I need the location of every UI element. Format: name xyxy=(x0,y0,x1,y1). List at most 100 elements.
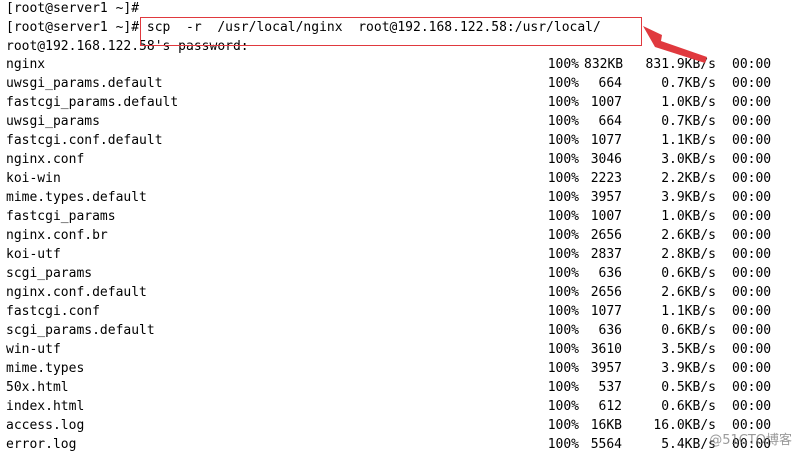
transfer-rate: 3.5KB/s xyxy=(661,342,716,357)
file-name: nginx xyxy=(6,57,46,72)
transfer-row: koi-win 100% 2223 2.2KB/s 00:00 xyxy=(6,169,800,188)
transfer-list: nginx 100% 832KB 831.9KB/s 00:00 uwsgi_params… xyxy=(6,55,800,454)
watermark: @51CTO博客 xyxy=(709,433,792,448)
transfer-rate: 3.9KB/s xyxy=(661,190,716,205)
transfer-percent: 100% xyxy=(547,95,579,110)
transfer-eta: 00:00 xyxy=(732,76,772,91)
file-size: 3957 xyxy=(590,361,622,376)
transfer-row: koi-utf 100% 2837 2.8KB/s 00:00 xyxy=(6,245,800,264)
file-size: 2656 xyxy=(590,228,622,243)
transfer-percent: 100% xyxy=(547,209,579,224)
file-name: mime.types xyxy=(6,361,85,376)
transfer-row: scgi_params 100% 636 0.6KB/s 00:00 xyxy=(6,264,800,283)
transfer-percent: 100% xyxy=(547,247,579,262)
file-name: fastcgi_params.default xyxy=(6,95,179,110)
transfer-row: mime.types.default 100% 3957 3.9KB/s 00:00 xyxy=(6,188,800,207)
transfer-percent: 100% xyxy=(547,114,579,129)
transfer-row: scgi_params.default 100% 636 0.6KB/s 00:00 xyxy=(6,321,800,340)
transfer-rate: 3.9KB/s xyxy=(661,361,716,376)
transfer-percent: 100% xyxy=(547,399,579,414)
transfer-eta: 00:00 xyxy=(732,266,772,281)
transfer-eta: 00:00 xyxy=(732,380,772,395)
transfer-row: fastcgi.conf.default 100% 1077 1.1KB/s 00:00 xyxy=(6,131,800,150)
transfer-row: fastcgi_params 100% 1007 1.0KB/s 00:00 xyxy=(6,207,800,226)
transfer-row: uwsgi_params.default 100% 664 0.7KB/s 00:00 xyxy=(6,74,800,93)
transfer-eta: 00:00 xyxy=(732,57,772,72)
file-name: uwsgi_params.default xyxy=(6,76,163,91)
transfer-percent: 100% xyxy=(547,57,579,72)
file-size: 832KB xyxy=(584,57,624,72)
transfer-rate: 0.6KB/s xyxy=(661,266,716,281)
transfer-rate: 0.6KB/s xyxy=(661,323,716,338)
file-name: scgi_params.default xyxy=(6,323,155,338)
file-size: 2223 xyxy=(590,171,622,186)
file-name: 50x.html xyxy=(6,380,69,395)
transfer-eta: 00:00 xyxy=(732,114,772,129)
transfer-rate: 1.1KB/s xyxy=(661,304,716,319)
file-name: fastcgi.conf.default xyxy=(6,133,163,148)
transfer-percent: 100% xyxy=(547,171,579,186)
file-size: 5564 xyxy=(590,437,622,452)
file-size: 3046 xyxy=(590,152,622,167)
transfer-percent: 100% xyxy=(547,418,579,433)
file-name: fastcgi.conf xyxy=(6,304,100,319)
transfer-row: fastcgi_params.default 100% 1007 1.0KB/s 00:… xyxy=(6,93,800,112)
transfer-eta: 00:00 xyxy=(732,361,772,376)
transfer-percent: 100% xyxy=(547,361,579,376)
transfer-percent: 100% xyxy=(547,76,579,91)
transfer-eta: 00:00 xyxy=(732,285,772,300)
transfer-rate: 5.4KB/s xyxy=(661,437,716,452)
file-name: mime.types.default xyxy=(6,190,147,205)
transfer-eta: 00:00 xyxy=(732,323,772,338)
file-name: koi-utf xyxy=(6,247,61,262)
transfer-rate: 2.6KB/s xyxy=(661,228,716,243)
transfer-rate: 0.6KB/s xyxy=(661,399,716,414)
file-name: access.log xyxy=(6,418,85,433)
file-size: 2656 xyxy=(590,285,622,300)
transfer-row: 50x.html 100% 537 0.5KB/s 00:00 xyxy=(6,378,800,397)
transfer-percent: 100% xyxy=(547,190,579,205)
transfer-eta: 00:00 xyxy=(732,228,772,243)
file-size: 3957 xyxy=(590,190,622,205)
file-size: 1007 xyxy=(590,95,622,110)
transfer-row: mime.types 100% 3957 3.9KB/s 00:00 xyxy=(6,359,800,378)
file-name: error.log xyxy=(6,437,77,452)
file-name: nginx.conf xyxy=(6,152,85,167)
file-size: 1077 xyxy=(590,133,622,148)
transfer-rate: 3.0KB/s xyxy=(661,152,716,167)
file-size: 3610 xyxy=(590,342,622,357)
transfer-eta: 00:00 xyxy=(732,190,772,205)
transfer-rate: 2.2KB/s xyxy=(661,171,716,186)
transfer-row: error.log 100% 5564 5.4KB/s 00:00 xyxy=(6,435,800,454)
file-name: uwsgi_params xyxy=(6,114,100,129)
file-size: 1077 xyxy=(590,304,622,319)
file-name: index.html xyxy=(6,399,85,414)
transfer-eta: 00:00 xyxy=(732,171,772,186)
transfer-rate: 1.0KB/s xyxy=(661,95,716,110)
transfer-percent: 100% xyxy=(547,380,579,395)
file-size: 16KB xyxy=(590,418,622,433)
file-name: koi-win xyxy=(6,171,61,186)
terminal-window[interactable]: [root@server1 ~]# [root@server1 ~]# scp … xyxy=(6,0,800,456)
command-prompt: [root@server1 ~]# xyxy=(6,20,140,35)
transfer-percent: 100% xyxy=(547,304,579,319)
prompt-line: [root@server1 ~]# xyxy=(6,1,140,16)
file-size: 2837 xyxy=(590,247,622,262)
transfer-row: nginx.conf 100% 3046 3.0KB/s 00:00 xyxy=(6,150,800,169)
transfer-rate: 0.5KB/s xyxy=(661,380,716,395)
transfer-percent: 100% xyxy=(547,323,579,338)
transfer-eta: 00:00 xyxy=(732,133,772,148)
file-size: 1007 xyxy=(590,209,622,224)
transfer-row: nginx.conf.default 100% 2656 2.6KB/s 00:00 xyxy=(6,283,800,302)
file-name: win-utf xyxy=(6,342,61,357)
transfer-eta: 00:00 xyxy=(732,95,772,110)
transfer-percent: 100% xyxy=(547,266,579,281)
transfer-percent: 100% xyxy=(547,133,579,148)
transfer-rate: 0.7KB/s xyxy=(661,114,716,129)
file-name: scgi_params xyxy=(6,266,93,281)
transfer-row: access.log 100% 16KB 16.0KB/s 00:00 xyxy=(6,416,800,435)
transfer-rate: 2.6KB/s xyxy=(661,285,716,300)
file-size: 636 xyxy=(598,323,622,338)
transfer-percent: 100% xyxy=(547,342,579,357)
transfer-rate: 0.7KB/s xyxy=(661,76,716,91)
